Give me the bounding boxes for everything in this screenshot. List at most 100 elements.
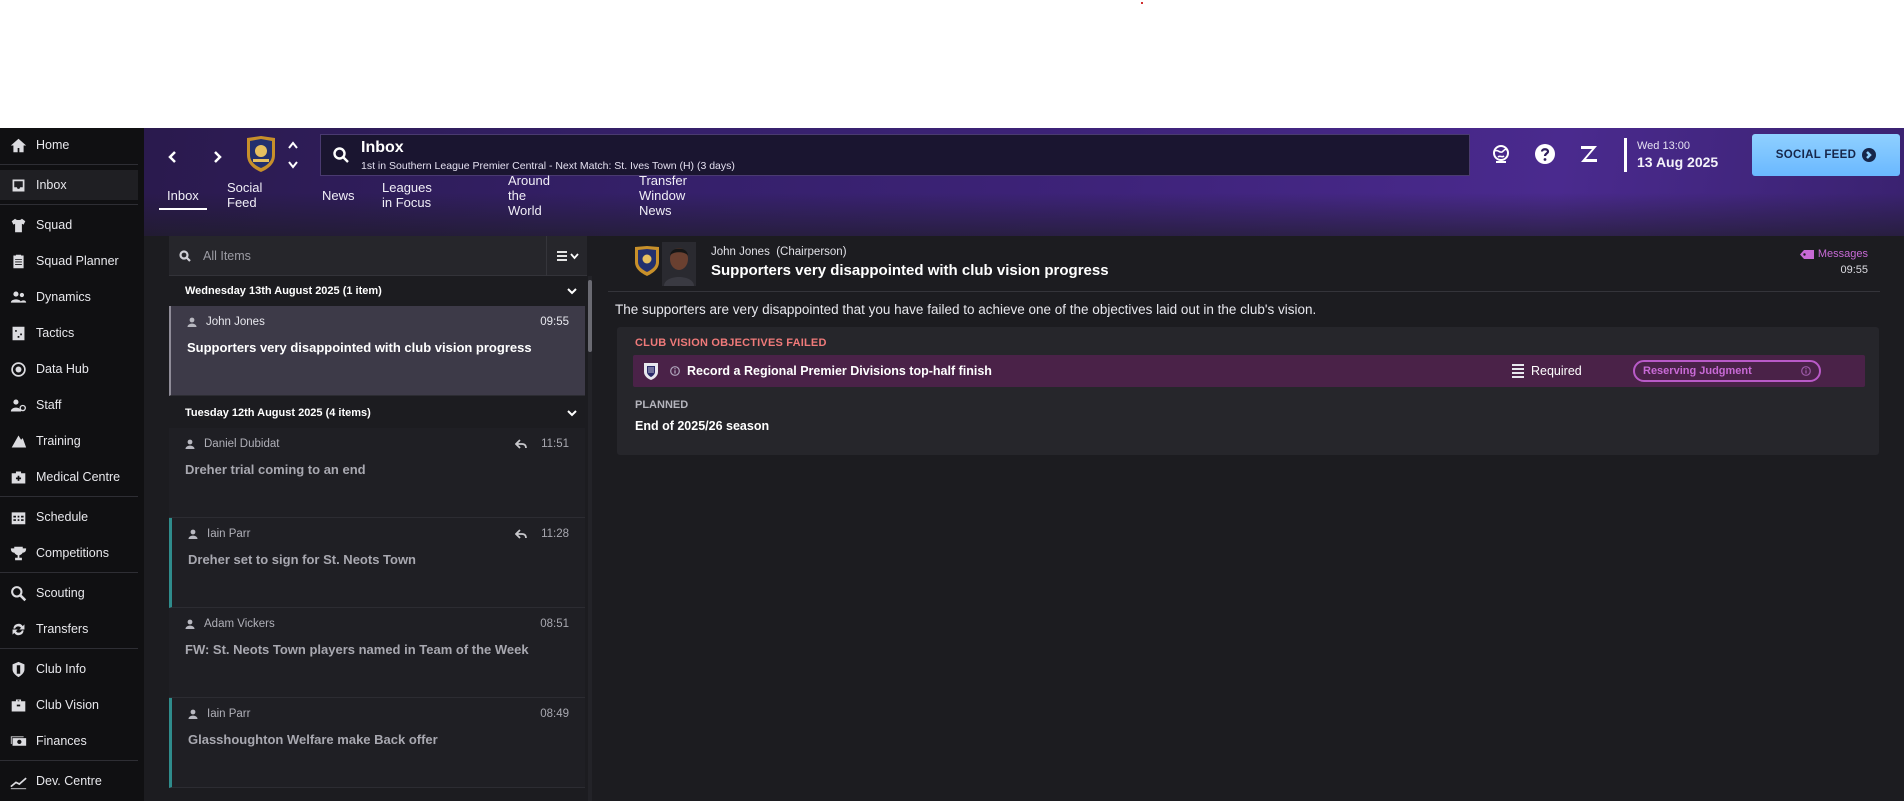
sidebar-item-squad-planner[interactable]: Squad Planner [0,246,138,276]
banknotes-icon [0,733,36,750]
sidebar-item-scouting[interactable]: Scouting [0,578,138,608]
help-button[interactable] [1531,140,1559,168]
sidebar-item-home[interactable]: Home [0,130,138,160]
sidebar-item-club-vision[interactable]: Club Vision [0,690,138,720]
tab-leagues-in-focus[interactable]: Leagues in Focus [382,180,432,210]
fa-badge-icon [644,363,658,380]
message-sender: Iain Parr [207,528,251,540]
filter-search-input[interactable]: All Items [169,236,547,276]
shield-icon [0,661,36,678]
from-name[interactable]: John Jones [711,246,770,258]
sidebar-item-dev-centre[interactable]: Dev. Centre [0,766,138,796]
tab-inbox[interactable]: Inbox [159,180,207,210]
back-button[interactable] [158,142,188,172]
sidebar-item-competitions[interactable]: Competitions [0,538,138,568]
objective-row[interactable]: Record a Regional Premier Divisions top-… [633,355,1865,387]
planned-label: PLANNED [635,399,689,411]
club-vision-card: CLUB VISION OBJECTIVES FAILED Record a R… [617,327,1879,455]
list-scrollbar[interactable] [588,276,592,801]
message-item[interactable]: Iain Parr 11:28 Dreher set to sign for S… [169,518,585,608]
sidebar-item-finances[interactable]: Finances [0,726,138,756]
sidebar-item-schedule[interactable]: Schedule [0,502,138,532]
importance-bars-icon [1512,364,1524,378]
message-subject: Glasshoughton Welfare make Back offer [188,732,438,747]
info-icon[interactable] [670,366,680,376]
date-day: 13 Aug 2025 [1637,154,1719,170]
sidebar-item-label: Tactics [36,326,75,340]
person-icon [188,709,198,719]
avatar [662,242,696,286]
social-feed-button[interactable]: SOCIAL FEED [1752,134,1900,176]
game-date[interactable]: Wed 13:00 13 Aug 2025 [1637,140,1718,170]
message-sender: John Jones [206,316,265,328]
sidebar-item-inbox[interactable]: Inbox [0,170,138,200]
zone-button[interactable] [1575,140,1603,168]
message-item[interactable]: Adam Vickers 08:51 FW: St. Neots Town pl… [169,608,585,698]
home-icon [0,137,36,154]
sidebar-item-tactics[interactable]: Tactics [0,318,138,348]
world-button[interactable] [1487,140,1515,168]
sidebar-item-squad[interactable]: Squad [0,210,138,240]
sidebar-item-medical-centre[interactable]: Medical Centre [0,462,138,492]
messages-tag[interactable]: Messages [1799,248,1868,260]
status-label: Reserving Judgment [1643,365,1752,377]
sidebar-item-label: Scouting [36,586,85,600]
sidebar-item-label: Training [36,434,81,448]
sidebar-item-label: Inbox [36,178,67,192]
sidebar-item-staff[interactable]: Staff [0,390,138,420]
search-bar[interactable]: Inbox 1st in Southern League Premier Cen… [320,134,1470,176]
tab-news[interactable]: News [322,180,355,210]
list-menu-icon [557,251,579,261]
medical-kit-icon [0,469,36,486]
filter-menu-button[interactable] [549,236,587,276]
tag-icon [1799,249,1814,259]
tab-social-feed[interactable]: Social Feed [227,180,262,210]
briefcase-icon [0,697,36,714]
date-time: Wed 13:00 [1637,140,1691,152]
list-scroll-thumb[interactable] [588,280,592,352]
sidebar-item-data-hub[interactable]: Data Hub [0,354,138,384]
sidebar-item-dynamics[interactable]: Dynamics [0,282,138,312]
sidebar-item-training[interactable]: Training [0,426,138,456]
club-switch-arrows-icon[interactable] [286,138,300,172]
sidebar-item-transfers[interactable]: Transfers [0,614,138,644]
sidebar: Home Inbox Squad Squad Planner Dynamics … [0,128,144,801]
message-subject-heading: Supporters very disappointed with club v… [711,262,1109,279]
sidebar-item-label: Club Vision [36,698,100,712]
sidebar-item-label: Club Info [36,662,87,676]
group-header-tuesday[interactable]: Tuesday 12th August 2025 (4 items) [169,398,585,428]
app-window: Home Inbox Squad Squad Planner Dynamics … [0,128,1904,801]
status-badge[interactable]: Reserving Judgment [1633,360,1821,382]
tab-transfer-window-news[interactable]: Transfer Window News [639,173,687,218]
sidebar-item-label: Dynamics [36,290,91,304]
data-circle-icon [0,361,36,378]
growth-chart-icon [0,773,36,790]
message-list-panel: All Items Wednesday 13th August 2025 (1 … [169,236,592,801]
person-icon [185,619,195,629]
header: Inbox 1st in Southern League Premier Cen… [144,128,1904,236]
filter-bar: All Items [169,236,587,276]
reply-icon [515,529,527,539]
sidebar-item-club-info[interactable]: Club Info [0,654,138,684]
message-reader: John Jones (Chairperson) Supporters very… [608,236,1880,801]
arrow-right-circle-icon [1862,148,1877,162]
message-item[interactable]: Iain Parr 08:49 Glasshoughton Welfare ma… [169,698,585,788]
z-logo-icon [1581,146,1597,162]
sidebar-item-label: Staff [36,398,62,412]
objective-text: Record a Regional Premier Divisions top-… [687,364,992,378]
tab-around-the-world[interactable]: Around the World [508,173,550,218]
message-sender: Adam Vickers [204,618,275,630]
forward-button[interactable] [202,142,232,172]
date-divider [1624,138,1627,172]
sidebar-item-label: Finances [36,734,87,748]
message-time: 08:51 [540,618,569,630]
group-header-wednesday[interactable]: Wednesday 13th August 2025 (1 item) [169,276,585,306]
club-crest-icon[interactable] [245,135,277,173]
message-time: 11:28 [541,528,569,540]
training-icon [0,433,36,450]
message-subject: Dreher trial coming to an end [185,462,366,477]
message-item[interactable]: Daniel Dubidat 11:51 Dreher trial coming… [169,428,585,518]
importance-label: Required [1531,364,1582,378]
message-body: The supporters are very disappointed tha… [615,302,1317,317]
message-item[interactable]: John Jones 09:55 Supporters very disappo… [169,306,585,396]
